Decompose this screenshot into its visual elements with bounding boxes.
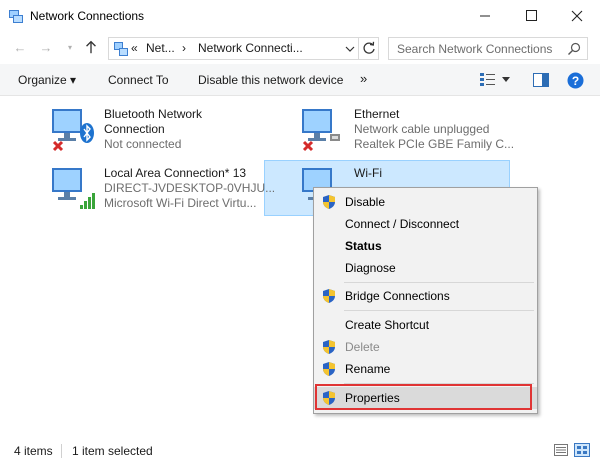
menu-item-disable[interactable]: Disable bbox=[314, 191, 537, 213]
menu-label: Delete bbox=[345, 340, 380, 354]
network-connections-icon bbox=[9, 10, 23, 23]
item-status: Not connected bbox=[104, 137, 182, 151]
close-button[interactable] bbox=[554, 0, 600, 32]
up-arrow-icon[interactable] bbox=[83, 39, 99, 55]
menu-label: Disable bbox=[345, 195, 386, 209]
back-arrow-icon[interactable]: ← bbox=[12, 40, 28, 56]
bluetooth-network-connection-item[interactable]: Bluetooth Network Connection Not connect… bbox=[50, 106, 250, 156]
wifi-direct-adapter-icon bbox=[52, 168, 95, 209]
menu-item-connect-disconnect[interactable]: Connect / Disconnect bbox=[314, 213, 537, 235]
breadcrumb-network-connections[interactable]: Network Connecti... bbox=[198, 41, 303, 55]
control-panel-icon bbox=[114, 42, 128, 56]
preview-pane-icon[interactable] bbox=[533, 73, 549, 87]
menu-item-delete: Delete bbox=[314, 336, 537, 358]
menu-item-rename[interactable]: Rename bbox=[314, 358, 537, 380]
item-name: Bluetooth Network bbox=[104, 107, 203, 121]
command-bar: Organize ▾ Connect To Disable this netwo… bbox=[0, 64, 600, 96]
menu-label: Bridge Connections bbox=[345, 289, 450, 303]
address-bar[interactable]: « Net... › Network Connecti... bbox=[108, 37, 379, 60]
status-divider bbox=[61, 444, 62, 458]
ethernet-item[interactable]: Ethernet Network cable unplugged Realtek… bbox=[300, 106, 514, 156]
breadcrumb-network[interactable]: Net... bbox=[146, 41, 175, 55]
minimize-button[interactable] bbox=[462, 0, 508, 32]
close-icon bbox=[571, 10, 583, 22]
item-status: DIRECT-JVDESKTOP-0VHJU... bbox=[104, 181, 276, 195]
item-device: Microsoft Wi-Fi Direct Virtu... bbox=[104, 196, 257, 210]
menu-separator bbox=[344, 282, 534, 283]
search-input[interactable]: Search Network Connections bbox=[397, 42, 552, 56]
menu-label: Status bbox=[345, 239, 382, 253]
details-view-icon[interactable] bbox=[554, 444, 568, 456]
forward-arrow-icon[interactable]: → bbox=[38, 40, 54, 56]
item-name: Local Area Connection* 13 bbox=[104, 166, 247, 180]
address-dropdown-icon[interactable] bbox=[345, 45, 355, 53]
item-name-line2: Connection bbox=[104, 122, 165, 136]
menu-item-diagnose[interactable]: Diagnose bbox=[314, 257, 537, 279]
title-bar: Network Connections bbox=[0, 0, 600, 32]
item-device: Realtek PCIe GBE Family C... bbox=[354, 137, 515, 151]
search-box[interactable]: Search Network Connections bbox=[388, 37, 588, 60]
menu-label: Connect / Disconnect bbox=[345, 217, 460, 231]
window-title: Network Connections bbox=[30, 9, 145, 23]
refresh-icon[interactable] bbox=[362, 41, 376, 55]
menu-label: Create Shortcut bbox=[345, 318, 430, 332]
menu-separator bbox=[344, 310, 534, 311]
menu-item-create-shortcut[interactable]: Create Shortcut bbox=[314, 314, 537, 336]
breadcrumb-overflow[interactable]: « bbox=[131, 41, 138, 55]
organize-menu-button[interactable]: Organize ▾ bbox=[18, 73, 76, 87]
bluetooth-adapter-icon bbox=[52, 109, 94, 152]
menu-item-bridge-connections[interactable]: Bridge Connections bbox=[314, 285, 537, 307]
menu-label: Rename bbox=[345, 362, 391, 376]
divider bbox=[358, 38, 359, 59]
status-bar: 4 items 1 item selected bbox=[0, 438, 600, 464]
breadcrumb-separator: › bbox=[182, 41, 186, 55]
uac-shield-icon bbox=[323, 340, 335, 354]
item-name: Wi-Fi bbox=[354, 166, 382, 180]
large-icons-view-icon[interactable] bbox=[574, 443, 590, 457]
uac-shield-icon bbox=[323, 289, 335, 303]
uac-shield-icon bbox=[323, 362, 335, 376]
maximize-button[interactable] bbox=[508, 0, 554, 32]
connect-to-button[interactable]: Connect To bbox=[108, 73, 169, 87]
help-icon[interactable]: ? bbox=[567, 72, 584, 89]
local-area-connection-item[interactable]: Local Area Connection* 13 DIRECT-JVDESKT… bbox=[50, 165, 275, 215]
maximize-icon bbox=[526, 10, 537, 21]
search-icon bbox=[568, 42, 581, 55]
uac-shield-icon bbox=[323, 195, 335, 209]
selection-count: 1 item selected bbox=[72, 444, 153, 458]
view-options-chevron-icon[interactable] bbox=[502, 77, 510, 83]
menu-item-status[interactable]: Status bbox=[314, 235, 537, 257]
ethernet-adapter-icon bbox=[302, 109, 340, 152]
context-menu: Disable Connect / Disconnect Status Diag… bbox=[313, 187, 538, 414]
menu-label: Diagnose bbox=[345, 261, 396, 275]
item-count: 4 items bbox=[14, 444, 53, 458]
minimize-icon bbox=[480, 15, 490, 17]
disable-device-button[interactable]: Disable this network device bbox=[198, 73, 343, 87]
change-view-icon[interactable] bbox=[479, 72, 497, 88]
more-commands-button[interactable]: » bbox=[360, 71, 367, 86]
item-name: Ethernet bbox=[354, 107, 400, 121]
properties-highlight-frame bbox=[315, 384, 532, 410]
svg-text:?: ? bbox=[572, 74, 579, 88]
recent-locations-chevron-icon[interactable]: ▾ bbox=[62, 40, 78, 56]
item-status: Network cable unplugged bbox=[354, 122, 490, 136]
